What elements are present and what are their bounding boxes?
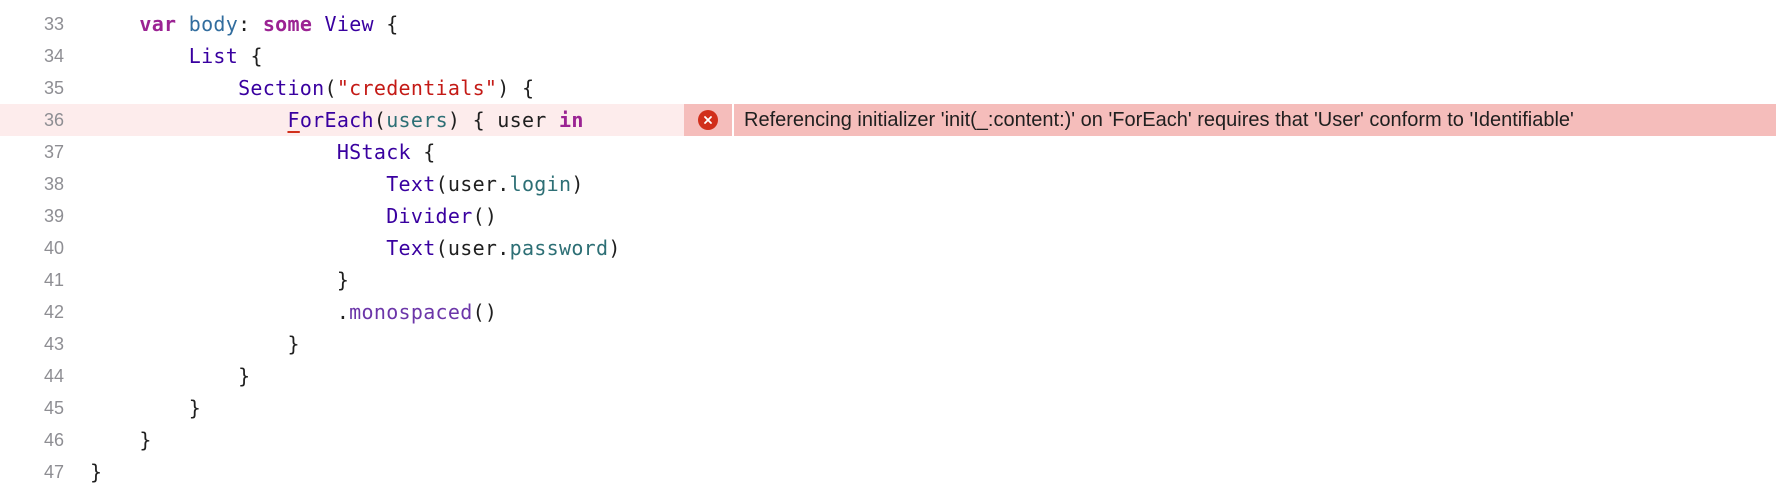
code-token: { <box>238 44 263 68</box>
code-line[interactable]: 46 } <box>0 424 1776 456</box>
code-text[interactable]: Text(user.password) <box>90 232 621 264</box>
code-text[interactable]: } <box>90 456 102 488</box>
line-number: 46 <box>43 430 64 450</box>
code-token: ) <box>608 236 621 260</box>
code-line[interactable]: 39 Divider() <box>0 200 1776 232</box>
code-line[interactable]: 41 } <box>0 264 1776 296</box>
code-token: () <box>472 300 498 324</box>
code-text[interactable]: HStack { <box>90 136 436 168</box>
code-token: . <box>90 300 350 324</box>
code-token: ) { <box>497 76 535 100</box>
code-token: in <box>559 108 584 132</box>
code-token: { <box>373 12 399 36</box>
line-number: 40 <box>43 238 64 258</box>
line-number: 45 <box>43 398 64 418</box>
code-line[interactable]: 43 } <box>0 328 1776 360</box>
code-line[interactable]: 47} <box>0 456 1776 488</box>
line-number: 44 <box>43 366 64 386</box>
code-token: Divider <box>386 204 473 228</box>
code-token: (user. <box>435 236 510 260</box>
code-line[interactable]: 44 } <box>0 360 1776 392</box>
line-number: 43 <box>43 334 64 354</box>
code-token: } <box>90 268 350 292</box>
code-token: ) <box>571 172 584 196</box>
code-text[interactable]: List { <box>90 40 263 72</box>
code-line[interactable]: 33 var body: some View { <box>0 8 1776 40</box>
line-number: 41 <box>43 270 64 290</box>
line-number: 42 <box>43 302 64 322</box>
code-text[interactable]: } <box>90 264 349 296</box>
code-token: } <box>90 364 251 388</box>
line-number: 34 <box>43 46 64 66</box>
code-token: } <box>90 428 152 452</box>
code-text[interactable]: } <box>90 424 152 456</box>
code-line[interactable]: 40 Text(user.password) <box>0 232 1776 264</box>
code-text[interactable]: var body: some View { <box>90 8 399 40</box>
code-token: ( <box>324 76 337 100</box>
code-text[interactable]: Divider() <box>90 200 497 232</box>
code-text[interactable]: ForEach(users) { user in <box>90 104 584 136</box>
code-token: orEach <box>299 108 374 132</box>
code-editor[interactable]: 33 var body: some View {34 List {35 Sect… <box>0 8 1776 488</box>
line-number: 35 <box>43 78 64 98</box>
code-text[interactable]: .monospaced() <box>90 296 497 328</box>
error-message: Referencing initializer 'init(_:content:… <box>744 109 1574 131</box>
code-text[interactable]: } <box>90 360 250 392</box>
line-number: 39 <box>43 206 64 226</box>
line-number: 38 <box>43 174 64 194</box>
line-number: 37 <box>43 142 64 162</box>
code-token: "credentials" <box>336 76 498 100</box>
inline-error-banner[interactable]: Referencing initializer 'init(_:content:… <box>684 104 1776 136</box>
code-token: () <box>472 204 498 228</box>
code-line[interactable]: 45 } <box>0 392 1776 424</box>
code-token: password <box>509 236 609 260</box>
line-number: 33 <box>43 14 64 34</box>
code-line[interactable]: 34 List { <box>0 40 1776 72</box>
code-token: (user. <box>435 172 510 196</box>
line-number: 36 <box>43 110 64 130</box>
code-line[interactable]: 37 HStack { <box>0 136 1776 168</box>
code-token: login <box>509 172 572 196</box>
code-text[interactable]: Section("credentials") { <box>90 72 534 104</box>
code-token: var <box>139 12 177 36</box>
code-line-error[interactable]: 36 ForEach(users) { user in Referencing i… <box>0 104 1776 136</box>
code-token: Section <box>238 76 325 100</box>
code-token: HStack <box>336 140 411 164</box>
code-token: Text <box>386 172 436 196</box>
code-token: List <box>188 44 239 68</box>
code-token: monospaced <box>349 300 473 324</box>
code-token: ) { user <box>447 108 559 132</box>
code-token: View <box>324 12 374 36</box>
code-text[interactable]: } <box>90 392 201 424</box>
code-token: Text <box>386 236 436 260</box>
code-token: F <box>287 108 300 132</box>
error-icon-container[interactable] <box>684 104 734 136</box>
code-token: } <box>90 396 202 420</box>
code-token: users <box>386 108 448 132</box>
error-x-circle-icon[interactable] <box>698 110 718 130</box>
code-line[interactable]: 35 Section("credentials") { <box>0 72 1776 104</box>
code-line[interactable]: 42 .monospaced() <box>0 296 1776 328</box>
code-token: { <box>410 140 436 164</box>
code-token: } <box>90 332 300 356</box>
code-token: body <box>188 12 239 36</box>
code-token: some <box>262 12 313 36</box>
code-text[interactable]: } <box>90 328 300 360</box>
code-token: } <box>90 460 103 484</box>
code-token: ( <box>373 108 387 132</box>
code-line[interactable]: 38 Text(user.login) <box>0 168 1776 200</box>
code-token: : <box>238 12 263 36</box>
line-number: 47 <box>43 462 64 482</box>
code-text[interactable]: Text(user.login) <box>90 168 584 200</box>
